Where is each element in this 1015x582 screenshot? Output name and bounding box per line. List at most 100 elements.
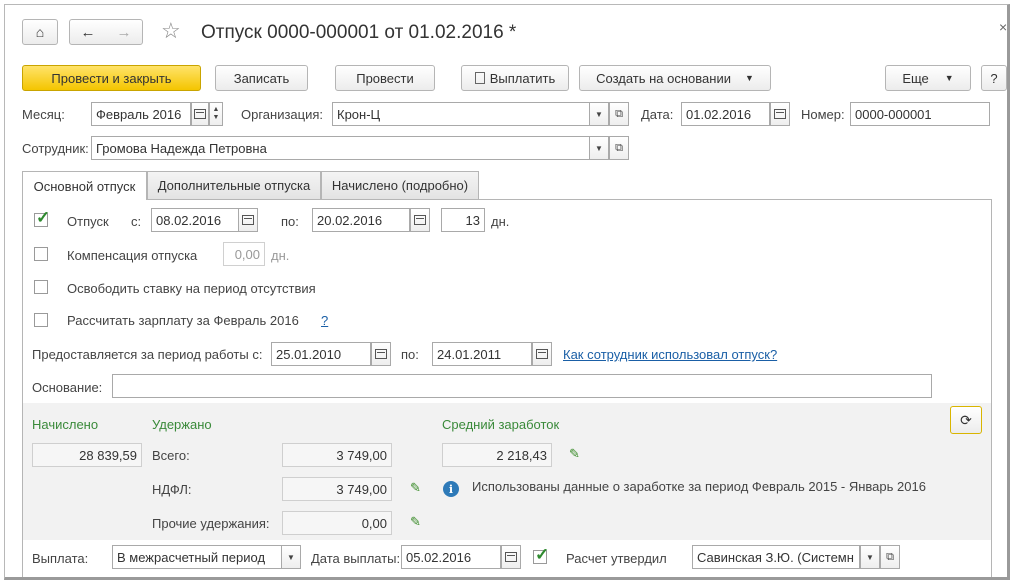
- organization-open-button[interactable]: ⧉: [609, 102, 629, 126]
- organization-label: Организация:: [241, 107, 324, 122]
- vacation-to-field[interactable]: 20.02.2016: [312, 208, 410, 232]
- organization-field[interactable]: Крон-Ц: [332, 102, 590, 126]
- approved-by-dropdown-button[interactable]: ▼: [860, 545, 880, 569]
- withheld-heading: Удержано: [152, 417, 212, 432]
- date-calendar-button[interactable]: [770, 102, 790, 126]
- vacation-label: Отпуск: [67, 214, 109, 229]
- open-icon: ⧉: [615, 141, 623, 154]
- dropdown-arrow-icon: ▼: [866, 552, 874, 562]
- forward-arrow-icon[interactable]: →: [117, 24, 132, 41]
- approved-by-field[interactable]: Савинская З.Ю. (Системн: [692, 545, 860, 569]
- period-from-field[interactable]: 25.01.2010: [271, 342, 371, 366]
- calc-salary-label: Рассчитать зарплату за Февраль 2016: [67, 313, 299, 328]
- other-withholdings-value: 0,00: [282, 511, 392, 535]
- calendar-icon: [505, 552, 517, 562]
- tab-additional-vacations[interactable]: Дополнительные отпуска: [147, 171, 321, 199]
- month-field[interactable]: Февраль 2016: [91, 102, 191, 126]
- favorite-star-icon[interactable]: ☆: [161, 18, 181, 44]
- dropdown-arrow-icon: ▼: [944, 73, 954, 83]
- save-button[interactable]: Записать: [215, 65, 308, 91]
- payment-field[interactable]: В межрасчетный период: [112, 545, 282, 569]
- vacation-days-field[interactable]: 13: [441, 208, 485, 232]
- total-withheld-value: 3 749,00: [282, 443, 392, 467]
- page-title: Отпуск 0000-000001 от 01.02.2016 *: [201, 22, 517, 43]
- edit-average-pencil-icon[interactable]: ✎: [569, 446, 580, 462]
- calendar-icon: [774, 109, 786, 119]
- vacation-from-calendar[interactable]: [238, 208, 258, 232]
- ndfl-label: НДФЛ:: [152, 482, 192, 497]
- accrued-heading: Начислено: [32, 417, 99, 432]
- pay-date-calendar[interactable]: [501, 545, 521, 569]
- create-based-on-button[interactable]: Создать на основании ▼: [579, 65, 771, 91]
- payment-label: Выплата:: [32, 551, 89, 566]
- month-stepper[interactable]: ▲ ▼: [209, 102, 223, 126]
- date-field[interactable]: 01.02.2016: [681, 102, 770, 126]
- number-field[interactable]: 0000-000001: [850, 102, 990, 126]
- recalculate-button[interactable]: ⟳: [950, 406, 982, 434]
- document-window: ⌂ ← → ☆ Отпуск 0000-000001 от 01.02.2016…: [4, 4, 1010, 580]
- compensation-days-field[interactable]: 0,00: [223, 242, 265, 266]
- dropdown-arrow-icon: ▼: [595, 109, 603, 119]
- calendar-icon: [536, 349, 548, 359]
- month-label: Месяц:: [22, 107, 65, 122]
- more-button-label: Еще: [902, 70, 929, 86]
- period-to-field[interactable]: 24.01.2011: [432, 342, 532, 366]
- pay-date-label: Дата выплаты:: [311, 551, 401, 566]
- month-select-button[interactable]: [191, 102, 209, 126]
- compensation-label: Компенсация отпуска: [67, 248, 198, 263]
- payment-dropdown-button[interactable]: ▼: [281, 545, 301, 569]
- total-withheld-label: Всего:: [152, 448, 190, 463]
- more-button[interactable]: Еще ▼: [885, 65, 971, 91]
- edit-ndfl-pencil-icon[interactable]: ✎: [410, 480, 421, 496]
- free-rate-checkbox[interactable]: [34, 280, 48, 294]
- employee-dropdown-button[interactable]: ▼: [589, 136, 609, 160]
- calendar-icon: [194, 109, 206, 119]
- refresh-icon: ⟳: [960, 411, 972, 428]
- vacation-to-calendar[interactable]: [410, 208, 430, 232]
- vacation-from-field[interactable]: 08.02.2016: [151, 208, 239, 232]
- checkmark-icon: ✓: [535, 545, 550, 564]
- close-icon[interactable]: ×: [999, 19, 1007, 35]
- calendar-icon: [414, 215, 426, 225]
- earnings-info-text: Использованы данные о заработке за перио…: [472, 479, 926, 494]
- tab-main-vacation[interactable]: Основной отпуск: [22, 171, 147, 200]
- pay-date-field[interactable]: 05.02.2016: [401, 545, 501, 569]
- calendar-icon: [242, 215, 254, 225]
- period-from-calendar[interactable]: [371, 342, 391, 366]
- calc-salary-checkbox[interactable]: [34, 313, 48, 327]
- employee-open-button[interactable]: ⧉: [609, 136, 629, 160]
- edit-other-pencil-icon[interactable]: ✎: [410, 514, 421, 530]
- employee-field[interactable]: Громова Надежда Петровна: [91, 136, 590, 160]
- home-icon: ⌂: [35, 24, 45, 40]
- vacation-to-label: по:: [281, 214, 299, 229]
- period-label: Предоставляется за период работы с:: [32, 347, 263, 362]
- vacation-checkbox[interactable]: ✓: [34, 208, 50, 227]
- pay-button-label: Выплатить: [489, 70, 556, 86]
- open-icon: ⧉: [615, 107, 623, 120]
- stepper-up-icon[interactable]: ▲: [213, 106, 220, 114]
- compensation-checkbox[interactable]: [34, 247, 48, 261]
- calc-approved-checkbox[interactable]: ✓: [533, 545, 549, 564]
- employee-label: Сотрудник:: [22, 141, 89, 156]
- stepper-down-icon[interactable]: ▼: [213, 114, 220, 122]
- organization-dropdown-button[interactable]: ▼: [589, 102, 609, 126]
- create-based-on-label: Создать на основании: [596, 70, 731, 86]
- back-arrow-icon[interactable]: ←: [81, 24, 96, 41]
- basis-field[interactable]: [112, 374, 932, 398]
- pay-button[interactable]: Выплатить: [461, 65, 569, 91]
- date-label: Дата:: [641, 107, 674, 122]
- approved-by-open-button[interactable]: ⧉: [880, 545, 900, 569]
- basis-label: Основание:: [32, 380, 103, 395]
- help-button[interactable]: ?: [981, 65, 1007, 91]
- period-to-calendar[interactable]: [532, 342, 552, 366]
- tab-accrued-details[interactable]: Начислено (подробно): [321, 171, 479, 199]
- calc-salary-help-link[interactable]: ?: [321, 313, 328, 328]
- dropdown-arrow-icon: ▼: [287, 552, 295, 562]
- vacation-from-label: с:: [131, 214, 142, 229]
- other-withholdings-label: Прочие удержания:: [152, 516, 270, 531]
- vacation-usage-link[interactable]: Как сотрудник использовал отпуск?: [563, 347, 777, 362]
- number-label: Номер:: [801, 107, 845, 122]
- post-and-close-button[interactable]: Провести и закрыть: [22, 65, 201, 91]
- post-button[interactable]: Провести: [335, 65, 435, 91]
- home-button[interactable]: ⌂: [22, 19, 58, 45]
